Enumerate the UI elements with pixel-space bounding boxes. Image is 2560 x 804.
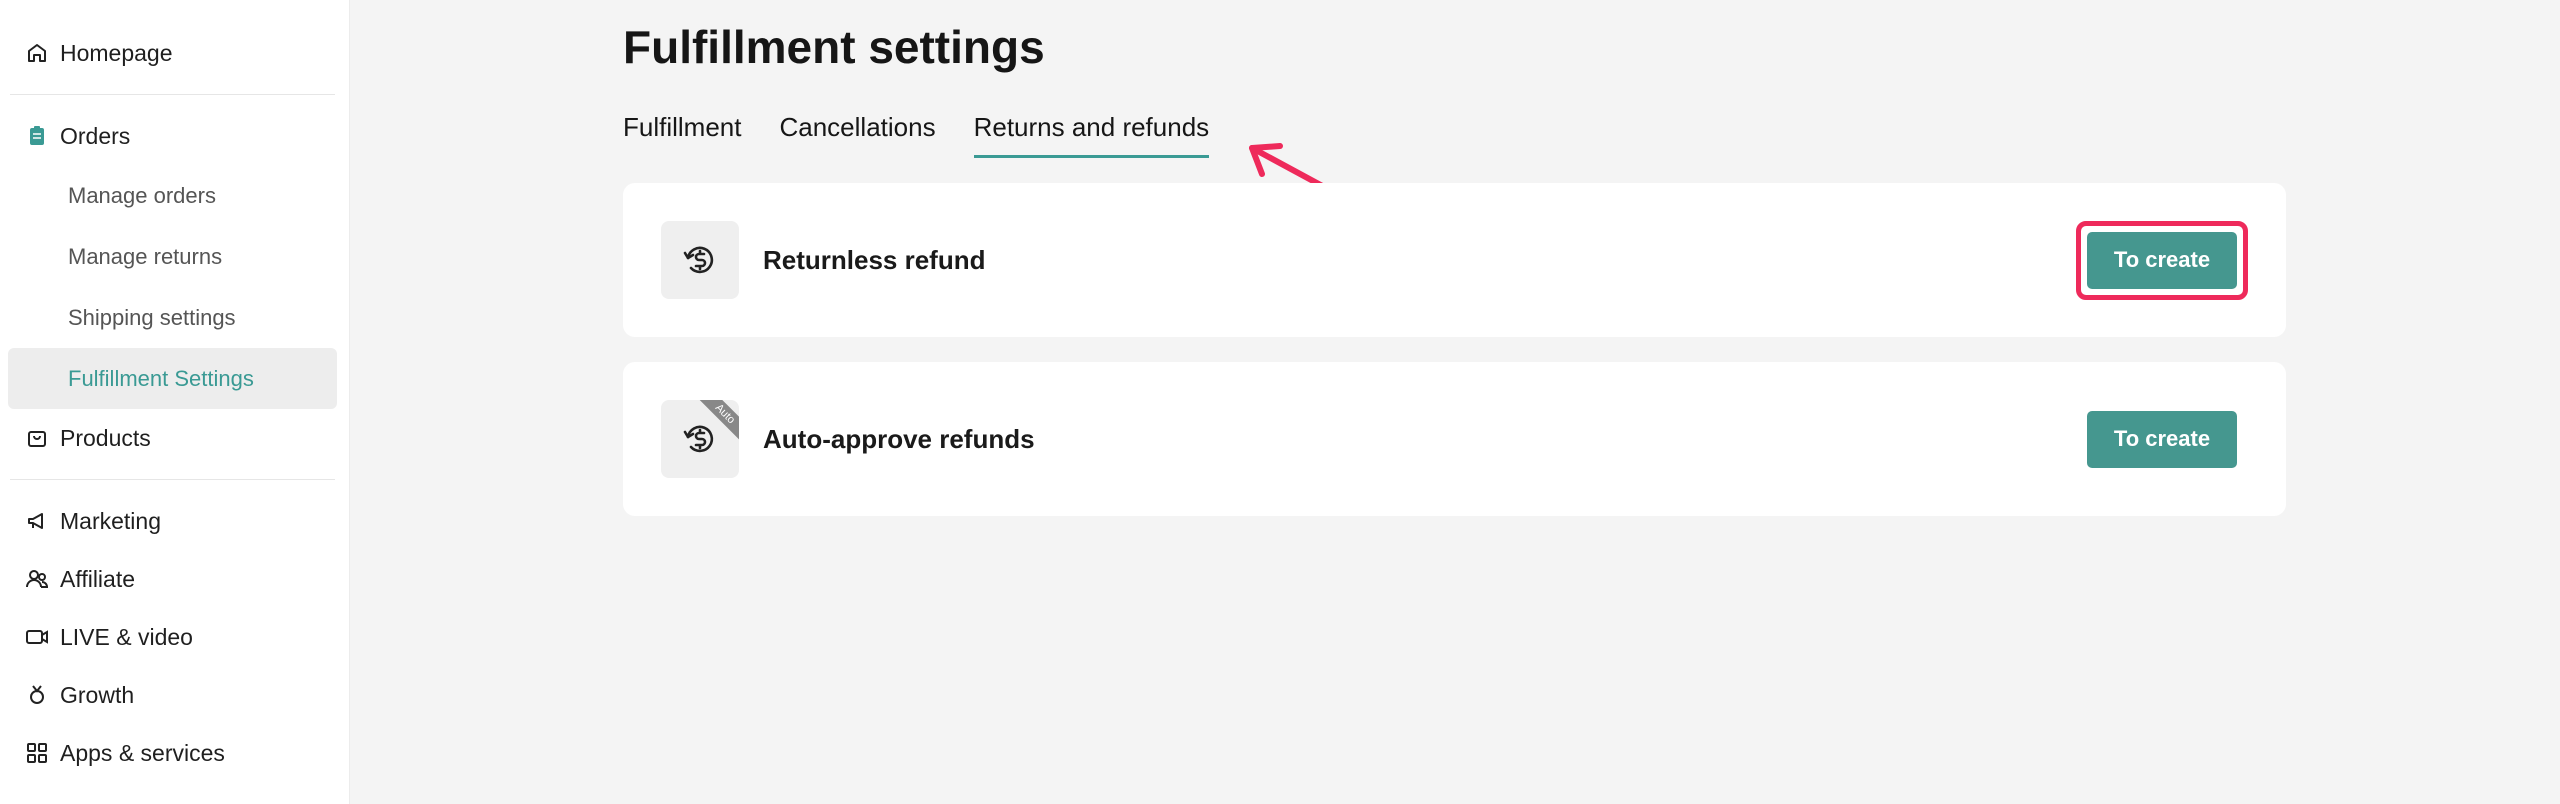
sidebar-item-label: Orders xyxy=(60,122,131,149)
tab-cancellations[interactable]: Cancellations xyxy=(779,112,935,158)
home-icon xyxy=(24,40,50,66)
sidebar-item-live-video[interactable]: LIVE & video xyxy=(0,608,349,666)
sidebar-item-products[interactable]: Products xyxy=(0,409,349,467)
video-icon xyxy=(24,624,50,650)
sidebar-item-label: Affiliate xyxy=(60,565,136,592)
megaphone-icon xyxy=(24,508,50,534)
sidebar-item-homepage[interactable]: Homepage xyxy=(0,24,349,82)
card-auto-approve-refunds: Auto Auto-approve refunds To create xyxy=(623,362,2286,516)
to-create-button[interactable]: To create xyxy=(2087,410,2237,468)
page-title: Fulfillment settings xyxy=(623,21,1045,73)
sidebar-item-label: Shipping settings xyxy=(68,304,236,330)
tab-bar: Fulfillment Cancellations Returns and re… xyxy=(623,112,1210,158)
sidebar-item-manage-orders[interactable]: Manage orders xyxy=(8,165,337,226)
sidebar-item-affiliate[interactable]: Affiliate xyxy=(0,550,349,608)
grid-icon xyxy=(24,740,50,766)
sidebar-item-manage-returns[interactable]: Manage returns xyxy=(8,226,337,287)
sidebar-item-label: Manage orders xyxy=(68,182,216,208)
sidebar: Homepage Orders Manage orders Manage ret… xyxy=(0,0,350,804)
refund-dollar-icon xyxy=(661,221,739,299)
sidebar-item-label: Apps & services xyxy=(60,739,225,766)
sidebar-item-fulfillment-settings[interactable]: Fulfillment Settings xyxy=(8,348,337,409)
divider xyxy=(10,94,335,95)
users-icon xyxy=(24,566,50,592)
sidebar-item-label: Products xyxy=(60,424,151,451)
medal-icon xyxy=(24,682,50,708)
to-create-button[interactable]: To create xyxy=(2087,231,2237,289)
divider xyxy=(10,479,335,480)
sidebar-item-label: Fulfillment Settings xyxy=(68,365,254,391)
refund-dollar-icon: Auto xyxy=(661,400,739,478)
clipboard-icon xyxy=(24,123,50,149)
sidebar-item-marketing[interactable]: Marketing xyxy=(0,492,349,550)
card-returnless-refund: Returnless refund To create xyxy=(623,183,2286,337)
sidebar-item-orders[interactable]: Orders xyxy=(0,107,349,165)
sidebar-item-label: Manage returns xyxy=(68,243,223,269)
button-highlight-box: To create xyxy=(2076,220,2248,300)
sidebar-item-growth[interactable]: Growth xyxy=(0,666,349,724)
sidebar-item-label: Homepage xyxy=(60,39,173,66)
sidebar-item-label: Marketing xyxy=(60,507,161,534)
sidebar-item-apps-services[interactable]: Apps & services xyxy=(0,724,349,782)
sidebar-item-label: Growth xyxy=(60,681,135,708)
tab-fulfillment[interactable]: Fulfillment xyxy=(623,112,741,158)
card-title: Returnless refund xyxy=(763,244,986,275)
sidebar-item-label: LIVE & video xyxy=(60,623,193,650)
bag-icon xyxy=(24,425,50,451)
card-title: Auto-approve refunds xyxy=(763,423,1035,454)
sidebar-item-shipping-settings[interactable]: Shipping settings xyxy=(8,287,337,348)
tab-returns-and-refunds[interactable]: Returns and refunds xyxy=(973,112,1210,158)
button-wrap: To create xyxy=(2076,400,2248,479)
